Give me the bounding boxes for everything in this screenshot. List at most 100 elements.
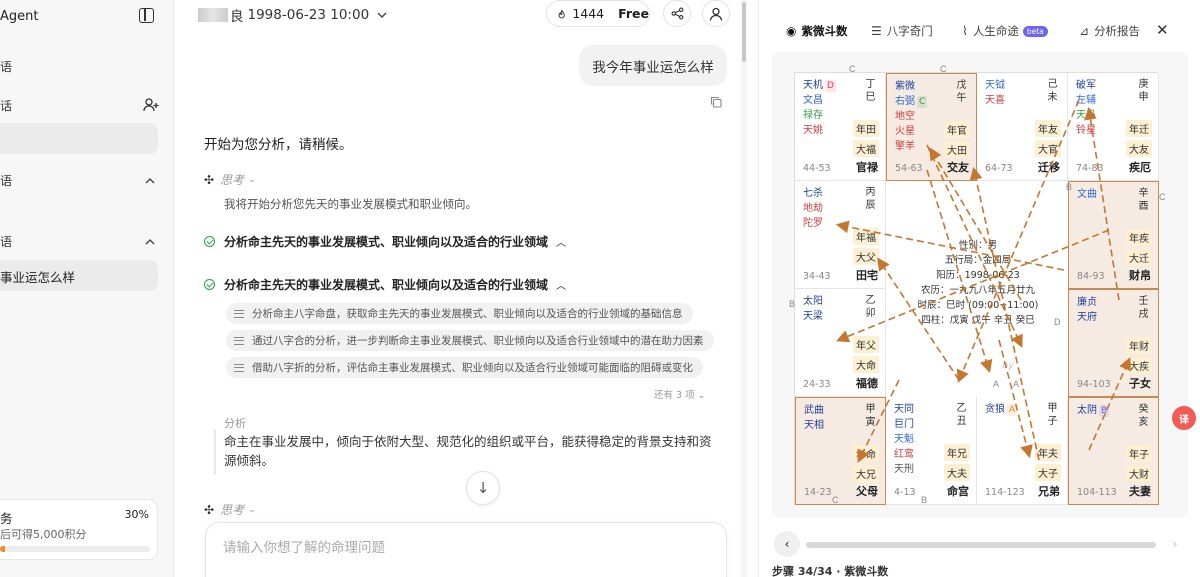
- star-name: 天马: [1076, 110, 1096, 121]
- task-progress-fill: [0, 546, 5, 552]
- app-title: Agent: [0, 9, 39, 24]
- chevron-right-icon: ›: [1172, 537, 1178, 551]
- substep-text: 借助八字折的分析，评估命主事业发展模式、职业倾向以及适合行业领域可能面临的阻碍或…: [252, 362, 693, 374]
- palace-tag: 大子: [1035, 464, 1061, 481]
- credits-badge[interactable]: 1444 Free: [546, 0, 650, 27]
- thinking-toggle[interactable]: ✣ 思考 ⌄: [204, 501, 256, 518]
- sidebar-active-item[interactable]: [0, 123, 158, 154]
- task-progress-bar: [0, 546, 150, 552]
- star-name: 火星: [895, 126, 915, 137]
- palace-cell[interactable]: 文曲 辛酉 年疾 大迁 84-93 财帛: [1068, 181, 1159, 289]
- palace-name: 田宅: [856, 269, 878, 282]
- star-name: 红鸾: [894, 449, 914, 460]
- star-name: 天刑: [894, 464, 914, 475]
- tab-bazi[interactable]: ☰ 八字奇门: [871, 23, 933, 39]
- palace-tag: 年命: [853, 445, 879, 462]
- palace-tag: 大官: [1035, 140, 1061, 157]
- prev-step-button[interactable]: ‹: [774, 531, 800, 557]
- tab-life-path[interactable]: ⌇ 人生命途 beta: [962, 23, 1048, 39]
- chevron-up-icon[interactable]: [145, 176, 155, 186]
- palace-cell[interactable]: 太阴 B 癸亥 年子 大财 104-113 夫妻: [1068, 397, 1159, 505]
- ganzhi-label: 丙辰: [865, 187, 876, 211]
- star-name: 文昌: [803, 95, 823, 106]
- star-name: 铃星: [1076, 125, 1096, 136]
- account-button[interactable]: [702, 0, 730, 27]
- chat-history-item[interactable]: 事业运怎么样: [0, 260, 158, 291]
- step-item[interactable]: 分析命主先天的事业发展模式、职业倾向以及适合的行业领域 ︿: [204, 276, 566, 293]
- star-name: 贪狼 A: [985, 404, 1018, 416]
- substep-chip[interactable]: 通过八字合的分析，进一步判断命主事业发展模式、职业倾向以及适合行业领域中的潜在助…: [226, 330, 714, 351]
- palace-cell[interactable]: 紫微 右弼 C 地空 火星 擎羊 戊午 年官 大田 54-63 交友: [886, 73, 977, 181]
- ganzhi-label: 丁巳: [865, 79, 876, 103]
- palace-cell[interactable]: 天同 巨门 天魁 红鸾 天刑 乙丑 年兄 大夫 4-13 命宫: [886, 397, 977, 505]
- step-item[interactable]: 分析命主先天的事业发展模式、职业倾向以及适合的行业领域 ︿: [204, 233, 566, 250]
- chevron-up-icon[interactable]: [145, 237, 155, 247]
- star-name: 文曲: [1077, 189, 1097, 200]
- substep-chip[interactable]: 分析命主八字命盘，获取命主先天的事业发展模式、职业倾向以及适合的行业领域的基础信…: [226, 303, 693, 324]
- thinking-toggle[interactable]: ✣ 思考 ⌄: [204, 171, 256, 188]
- scroll-down-button[interactable]: ↓: [466, 471, 500, 505]
- task-card[interactable]: 务 后可得5,000积分 30%: [0, 499, 158, 560]
- add-user-icon[interactable]: [143, 97, 159, 113]
- thinking-label: 思考: [220, 173, 245, 187]
- thinking-icon: ✣: [204, 172, 215, 187]
- palace-name: 福德: [856, 377, 878, 390]
- palace-cell[interactable]: 廉贞 天府 壬戌 年财 大疾 94-103 子女: [1068, 289, 1159, 397]
- task-percent: 30%: [124, 508, 149, 521]
- star-name: 擎羊: [895, 141, 915, 152]
- ganzhi-label: 戊午: [956, 80, 967, 104]
- palace-tag: 年迁: [1126, 120, 1152, 137]
- translate-icon[interactable]: 译: [1172, 406, 1196, 430]
- copy-icon[interactable]: [710, 96, 722, 108]
- assistant-intro: 开始为您分析，请稍候。: [204, 137, 353, 153]
- next-step-button[interactable]: ›: [1162, 531, 1188, 557]
- thinking-text: 我将开始分析您先天的事业发展模式和职业倾向。: [224, 197, 477, 211]
- chevron-up-icon: ︿: [556, 238, 567, 249]
- share-button[interactable]: [663, 0, 691, 27]
- chevron-down-icon[interactable]: [377, 10, 387, 20]
- star-name: 天机 D: [803, 80, 836, 92]
- age-range: 114-123: [985, 487, 1025, 498]
- star-name: 巨门: [894, 419, 914, 430]
- close-icon[interactable]: ✕: [1156, 21, 1169, 39]
- share-icon: [671, 7, 683, 20]
- profile-header[interactable]: 良 1998-06-23 10:00: [198, 5, 387, 25]
- credits-count: 1444: [572, 6, 605, 21]
- plan-label: Free: [618, 6, 649, 21]
- step-scrollbar[interactable]: [806, 542, 1156, 548]
- palace-name: 父母: [856, 485, 878, 498]
- palace-cell[interactable]: 太阳 天梁 乙卯 年父 大命 24-33 福德: [795, 289, 886, 397]
- more-steps-link[interactable]: 还有 3 项 ⌄: [654, 387, 706, 401]
- flame-icon: [558, 9, 565, 18]
- check-icon: [204, 236, 215, 247]
- transformation-mark: D: [825, 80, 836, 92]
- palace-tag: 大财: [1126, 465, 1152, 482]
- tab-ziwei[interactable]: ◉ 紫微斗数: [786, 23, 847, 39]
- palace-cell[interactable]: 天钺 天喜 己未 年友 大官 64-73 迁移: [977, 73, 1068, 181]
- star-name: 地空: [895, 111, 915, 122]
- user-message: 我今年事业运怎么样: [579, 45, 727, 86]
- star-name: 太阴 B: [1077, 405, 1110, 417]
- center-lunar: 农历：一九九八年五月廿九: [920, 285, 1035, 296]
- chart-panel: ◉ 紫微斗数 ☰ 八字奇门 ⌇ 人生命途 beta ⊿ 分析报告 ✕ 性别：男 五行局：金…: [758, 0, 1200, 577]
- list-icon: [234, 336, 244, 345]
- palace-tag: 年疾: [1126, 229, 1152, 246]
- palace-cell[interactable]: 七杀 地劫 陀罗 丙辰 年福 大父 34-43 田宅: [795, 181, 886, 289]
- palace-cell[interactable]: 破军 左辅 天马 铃星 庚申 年迁 大友 74-83 疾厄: [1068, 73, 1159, 181]
- palace-cell[interactable]: 贪狼 A 甲子 年夫 大子 114-123 兄弟: [977, 397, 1068, 505]
- age-range: 84-93: [1077, 271, 1105, 282]
- palace-cell[interactable]: 天机 D 文昌 禄存 天姚 丁巳 年田 大福 44-53 官禄: [795, 73, 886, 181]
- palace-cell[interactable]: 武曲 天相 甲寅 年命 大兄 14-23 父母: [795, 397, 886, 505]
- age-range: 94-103: [1077, 379, 1111, 390]
- palace-name: 子女: [1129, 377, 1151, 390]
- collapse-sidebar-icon[interactable]: [139, 8, 154, 23]
- tab-report[interactable]: ⊿ 分析报告: [1079, 23, 1140, 39]
- chat-scrollbar[interactable]: [741, 0, 747, 577]
- chat-input[interactable]: 请输入你想了解的命理问题: [205, 522, 727, 577]
- chevron-up-icon: ︿: [556, 281, 567, 292]
- age-range: 4-13: [894, 487, 916, 498]
- palace-tag: 大疾: [1126, 357, 1152, 374]
- transformation-mark: B: [1099, 405, 1110, 417]
- substep-chip[interactable]: 借助八字折的分析，评估命主事业发展模式、职业倾向以及适合行业领域可能面临的阻碍或…: [226, 357, 703, 378]
- chat-scroll-thumb[interactable]: [742, 2, 746, 62]
